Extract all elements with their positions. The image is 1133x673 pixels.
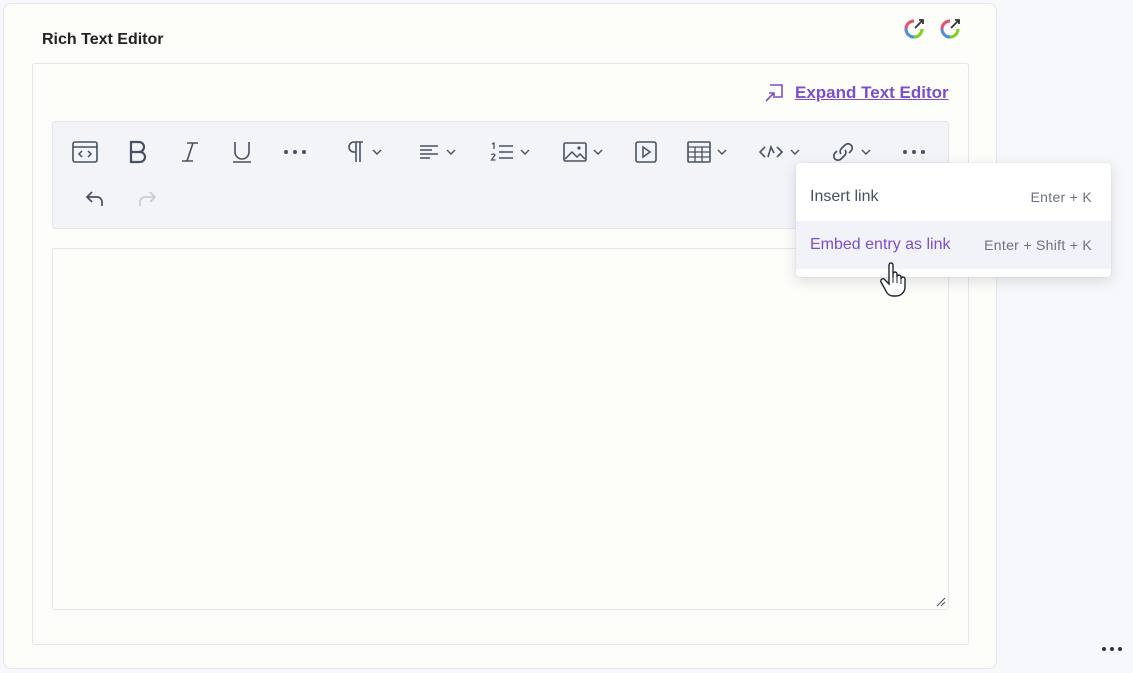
redo-icon (139, 191, 157, 206)
redo-button (136, 187, 158, 209)
undo-button[interactable] (84, 187, 106, 209)
resize-handle-icon[interactable] (936, 597, 946, 607)
chevron-down-icon (717, 149, 727, 155)
ellipsis-icon (284, 150, 306, 154)
expand-editor-link[interactable]: Expand Text Editor (763, 82, 949, 104)
expand-editor-label: Expand Text Editor (795, 83, 949, 102)
more-options-button[interactable] (901, 139, 927, 165)
link-dropdown-menu: Insert link Enter + K Embed entry as lin… (796, 163, 1111, 277)
chevron-down-icon (593, 149, 603, 155)
image-dropdown[interactable] (562, 139, 604, 165)
image-icon (563, 142, 587, 162)
plugin-magic-icon[interactable] (939, 18, 961, 40)
embed-dropdown[interactable] (757, 139, 801, 165)
plugin-magic-icon[interactable] (903, 18, 925, 40)
editor-content-area[interactable] (52, 248, 949, 610)
embed-entry-link-shortcut: Enter + Shift + K (984, 237, 1092, 253)
ordered-list-dropdown[interactable] (489, 139, 531, 165)
insert-link-shortcut: Enter + K (1030, 189, 1092, 205)
underline-button[interactable] (230, 139, 254, 165)
chevron-down-icon (520, 149, 530, 155)
bold-button[interactable] (126, 139, 150, 165)
insert-link-label: Insert link (810, 188, 879, 205)
italic-icon (182, 142, 198, 162)
ellipsis-icon (1102, 647, 1122, 651)
source-code-button[interactable] (71, 139, 99, 165)
table-dropdown[interactable] (686, 139, 728, 165)
chevron-down-icon (372, 149, 382, 155)
paragraph-icon (348, 141, 363, 162)
video-icon (635, 141, 657, 163)
link-dropdown[interactable] (830, 139, 872, 165)
embed-icon (758, 144, 784, 158)
table-icon (687, 141, 711, 163)
more-formatting-button[interactable] (282, 139, 308, 165)
alignment-dropdown[interactable] (417, 139, 457, 165)
field-title: Rich Text Editor (42, 31, 164, 48)
align-left-icon (420, 145, 438, 159)
paragraph-dropdown[interactable] (345, 139, 383, 165)
page-more-options-button[interactable] (1100, 641, 1126, 659)
chevron-down-icon (861, 149, 871, 155)
underline-icon (233, 142, 251, 163)
chevron-down-icon (446, 149, 456, 155)
expand-icon (765, 84, 783, 102)
ordered-list-icon (490, 141, 513, 161)
embed-entry-link-label: Embed entry as link (810, 236, 951, 253)
link-icon (832, 142, 854, 162)
bold-icon (129, 140, 147, 164)
undo-icon (85, 191, 103, 206)
insert-link-option[interactable]: Insert link Enter + K (796, 173, 1111, 221)
ellipsis-icon (903, 150, 925, 154)
source-code-icon (72, 141, 98, 163)
italic-button[interactable] (178, 139, 202, 165)
chevron-down-icon (790, 149, 800, 155)
plugin-icons (903, 18, 961, 40)
embed-entry-link-option[interactable]: Embed entry as link Enter + Shift + K (796, 221, 1111, 269)
video-button[interactable] (633, 139, 659, 165)
